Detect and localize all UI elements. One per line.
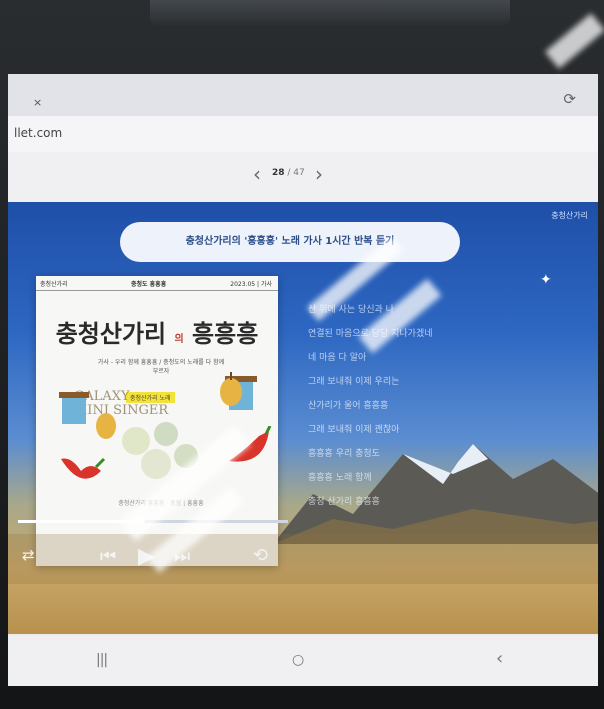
lyric-line: 흥흥흥 우리 충청도 bbox=[308, 449, 380, 459]
lyric-line: 충청 산가리 흥흥흥 bbox=[308, 497, 380, 507]
album-header-left: 충청산가리 bbox=[40, 281, 68, 288]
lyric-line: 산가리가 울어 흥흥흥 bbox=[308, 401, 389, 411]
player-controls: ⇄ ⏮ ▶ ⏭ ⟲ bbox=[8, 534, 598, 584]
album-title-main: 충청산가리 bbox=[55, 320, 167, 348]
lantern-icon bbox=[59, 392, 89, 424]
android-nav-bar: ||| ○ ‹ bbox=[8, 636, 598, 686]
tab-close-icon[interactable]: × bbox=[33, 96, 42, 109]
repeat-icon[interactable]: ⟲ bbox=[253, 545, 268, 566]
back-button[interactable]: ‹ bbox=[496, 648, 503, 669]
lyric-line: 그래 보내줘 이제 괜찮아 bbox=[308, 425, 400, 435]
slide-title: 충청산가리의 '흥흥흥' 노래 가사 1시간 반복 듣기 bbox=[120, 222, 460, 262]
lyric-line: 연결된 마음으로 당당 지나가겠네 bbox=[308, 329, 433, 339]
lyric-line: 그래 보내줘 이제 우리는 bbox=[308, 377, 400, 387]
album-title-end: 흥흥흥 bbox=[192, 320, 259, 348]
url-text: llet.com bbox=[14, 126, 63, 140]
browser-tab-bar: × ⟳ bbox=[8, 74, 598, 116]
lyrics-panel: 산 위에 사는 당신과 나 연결된 마음으로 당당 지나가겠네 네 마음 다 알… bbox=[308, 302, 508, 518]
page-counter: 28 / 47 bbox=[272, 168, 305, 178]
next-page-button[interactable]: › bbox=[315, 162, 323, 186]
shuffle-icon[interactable]: ⇄ bbox=[22, 546, 35, 564]
lyric-line: 네 마음 다 알아 bbox=[308, 353, 367, 363]
tablet-screen: × ⟳ llet.com ‹ 28 / 47 › 충청산가리 충청산가리의 '흥… bbox=[8, 74, 598, 686]
chili-pepper-icon bbox=[61, 457, 106, 479]
address-bar[interactable]: llet.com bbox=[8, 116, 598, 153]
total-pages: / 47 bbox=[287, 168, 305, 178]
reload-icon[interactable]: ⟳ bbox=[563, 90, 576, 108]
album-header: 충청산가리 충청도 흥흥흥 2023.05 | 가사 bbox=[36, 276, 278, 291]
recents-button[interactable]: ||| bbox=[96, 652, 108, 668]
page-navigator: ‹ 28 / 47 › bbox=[8, 152, 598, 202]
shooting-star-icon: ✦ bbox=[540, 272, 552, 288]
bezel-edge bbox=[150, 0, 510, 26]
home-button[interactable]: ○ bbox=[292, 652, 304, 668]
pear-icon bbox=[220, 372, 242, 406]
album-header-right: 2023.05 | 가사 bbox=[230, 281, 272, 288]
lyric-line: 흥흥흥 노래 함께 bbox=[308, 473, 372, 483]
album-title-of: 의 bbox=[174, 334, 184, 345]
previous-track-icon[interactable]: ⏮ bbox=[100, 546, 116, 567]
slide-corner-label: 충청산가리 bbox=[551, 211, 588, 220]
current-page: 28 bbox=[272, 168, 285, 178]
album-subtitle: 가사 - 우리 함께 흥흥흥 / 충청도의 노래를 다 함께 부르자 bbox=[97, 359, 225, 375]
prev-page-button[interactable]: ‹ bbox=[253, 162, 261, 186]
album-title: 충청산가리 의 흥흥흥 bbox=[36, 314, 278, 349]
album-header-center: 충청도 흥흥흥 bbox=[131, 281, 167, 288]
